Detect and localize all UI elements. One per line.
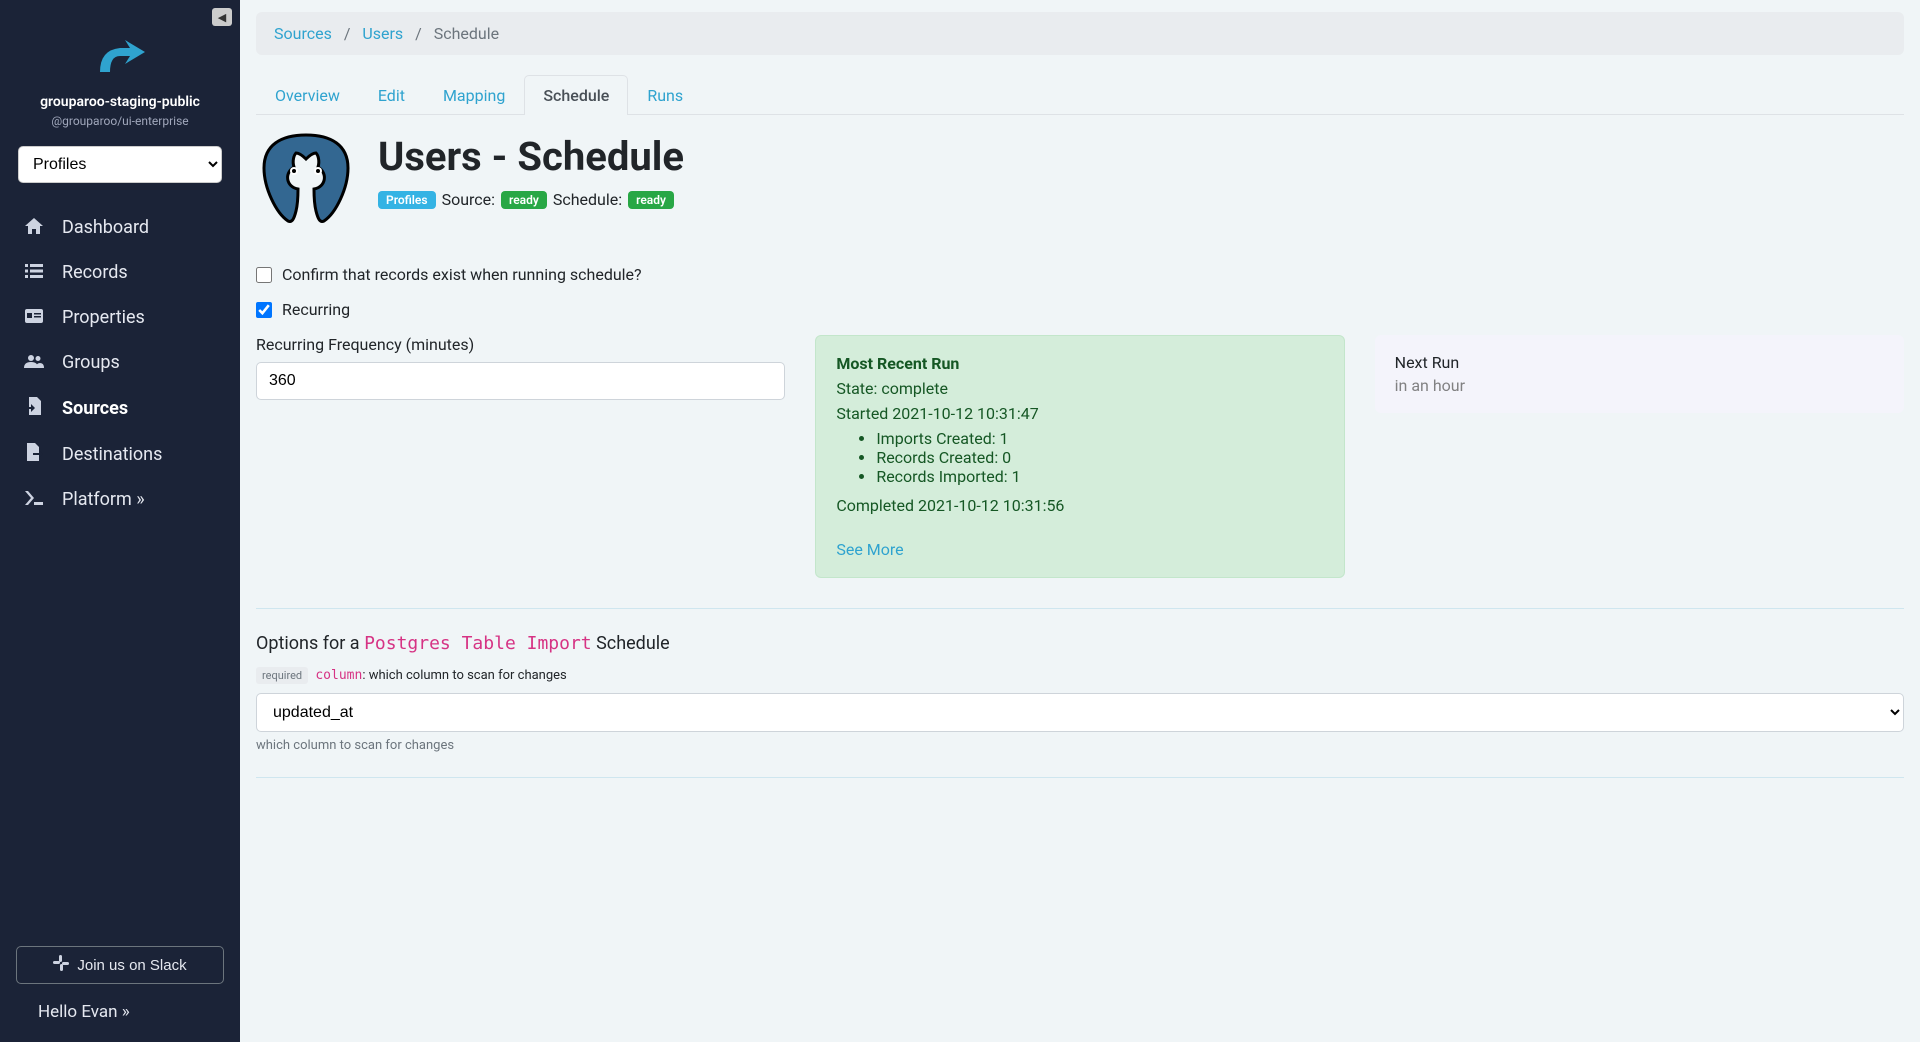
- terminal-icon: [24, 490, 44, 509]
- sidebar-item-groups[interactable]: Groups: [0, 340, 240, 385]
- page-title: Users - Schedule: [378, 133, 684, 180]
- recent-run-column: Most Recent Run State: complete Started …: [815, 335, 1344, 578]
- hello-user-link[interactable]: Hello Evan »: [16, 984, 224, 1022]
- sidebar-item-label: Groups: [62, 352, 120, 373]
- recurring-checkbox[interactable]: [256, 302, 272, 318]
- sidebar-collapse-button[interactable]: ◀: [212, 8, 232, 26]
- breadcrumb: Sources / Users / Schedule: [256, 12, 1904, 55]
- tab-mapping[interactable]: Mapping: [424, 75, 524, 115]
- model-selector[interactable]: Profiles: [18, 146, 222, 183]
- sidebar: ◀ grouparoo-staging-public @grouparoo/ui…: [0, 0, 240, 1042]
- confirm-records-checkbox[interactable]: [256, 267, 272, 283]
- next-run-panel: Next Run in an hour: [1375, 335, 1904, 413]
- schedule-state-badge: ready: [628, 191, 674, 209]
- recent-run-state: State: complete: [836, 379, 1323, 398]
- frequency-input[interactable]: [256, 362, 785, 400]
- next-run-value: in an hour: [1395, 376, 1884, 395]
- page-header: Users - Schedule Profiles Source: ready …: [256, 133, 1904, 241]
- next-run-title: Next Run: [1395, 353, 1884, 372]
- sidebar-item-label: Properties: [62, 307, 145, 328]
- home-icon: [24, 218, 44, 238]
- recurring-check: Recurring: [256, 300, 1904, 319]
- recent-run-panel: Most Recent Run State: complete Started …: [815, 335, 1344, 578]
- status-badges: Profiles Source: ready Schedule: ready: [378, 190, 684, 209]
- confirm-records-check: Confirm that records exist when running …: [256, 265, 1904, 284]
- sidebar-item-dashboard[interactable]: Dashboard: [0, 205, 240, 250]
- sidebar-item-label: Platform »: [62, 489, 145, 510]
- sidebar-nav: Dashboard Records Properties Groups Sour…: [0, 201, 240, 932]
- sidebar-item-label: Dashboard: [62, 217, 149, 238]
- breadcrumb-separator: /: [344, 24, 351, 43]
- tabs: Overview Edit Mapping Schedule Runs: [256, 75, 1904, 115]
- next-run-column: Next Run in an hour: [1375, 335, 1904, 578]
- sidebar-item-label: Records: [62, 262, 128, 283]
- id-card-icon: [24, 308, 44, 327]
- postgres-icon: [256, 133, 356, 241]
- recurring-label[interactable]: Recurring: [282, 300, 350, 319]
- sidebar-item-properties[interactable]: Properties: [0, 295, 240, 340]
- tab-runs[interactable]: Runs: [628, 75, 702, 115]
- divider: [256, 608, 1904, 609]
- recent-run-stat: Records Imported: 1: [876, 467, 1323, 486]
- slack-button-label: Join us on Slack: [77, 957, 186, 974]
- column-help-text: which column to scan for changes: [256, 738, 1904, 753]
- confirm-records-label[interactable]: Confirm that records exist when running …: [282, 265, 642, 284]
- required-badge: required: [256, 667, 308, 684]
- breadcrumb-link-users[interactable]: Users: [362, 24, 403, 43]
- file-import-icon: [24, 397, 44, 419]
- breadcrumb-link-sources[interactable]: Sources: [274, 24, 332, 43]
- tab-overview[interactable]: Overview: [256, 75, 359, 115]
- recent-run-completed: Completed 2021-10-12 10:31:56: [836, 496, 1323, 515]
- join-slack-button[interactable]: Join us on Slack: [16, 946, 224, 984]
- recent-run-stat: Imports Created: 1: [876, 429, 1323, 448]
- file-export-icon: [24, 443, 44, 465]
- column-option-meta: required column: which column to scan fo…: [256, 668, 1904, 683]
- source-label: Source:: [442, 190, 495, 209]
- main-content: Sources / Users / Schedule Overview Edit…: [240, 0, 1920, 1042]
- sidebar-item-sources[interactable]: Sources: [0, 385, 240, 431]
- cluster-name: grouparoo-staging-public: [0, 94, 240, 110]
- frequency-column: Recurring Frequency (minutes): [256, 335, 785, 578]
- sidebar-item-label: Destinations: [62, 444, 162, 465]
- slack-icon: [53, 955, 69, 975]
- column-select[interactable]: updated_at: [256, 693, 1904, 732]
- sidebar-item-destinations[interactable]: Destinations: [0, 431, 240, 477]
- sidebar-item-platform[interactable]: Platform »: [0, 477, 240, 522]
- column-code: column: [315, 668, 362, 683]
- users-icon: [24, 353, 44, 372]
- profiles-badge: Profiles: [378, 191, 436, 209]
- sidebar-item-records[interactable]: Records: [0, 250, 240, 295]
- recent-run-stat: Records Created: 0: [876, 448, 1323, 467]
- frequency-label: Recurring Frequency (minutes): [256, 335, 785, 354]
- tab-edit[interactable]: Edit: [359, 75, 424, 115]
- see-more-link[interactable]: See More: [836, 540, 903, 559]
- logo: [0, 0, 240, 94]
- list-icon: [24, 263, 44, 282]
- grouparoo-logo-icon: [90, 30, 150, 80]
- recent-run-started: Started 2021-10-12 10:31:47: [836, 404, 1323, 423]
- options-heading: Options for a Postgres Table Import Sche…: [256, 633, 1904, 654]
- breadcrumb-current: Schedule: [434, 24, 499, 43]
- breadcrumb-separator: /: [415, 24, 422, 43]
- sidebar-item-label: Sources: [62, 398, 128, 419]
- schedule-label: Schedule:: [553, 190, 622, 209]
- recent-run-title: Most Recent Run: [836, 354, 959, 373]
- divider: [256, 777, 1904, 778]
- tab-schedule[interactable]: Schedule: [524, 75, 628, 115]
- source-state-badge: ready: [501, 191, 547, 209]
- edition-label: @grouparoo/ui-enterprise: [0, 110, 240, 146]
